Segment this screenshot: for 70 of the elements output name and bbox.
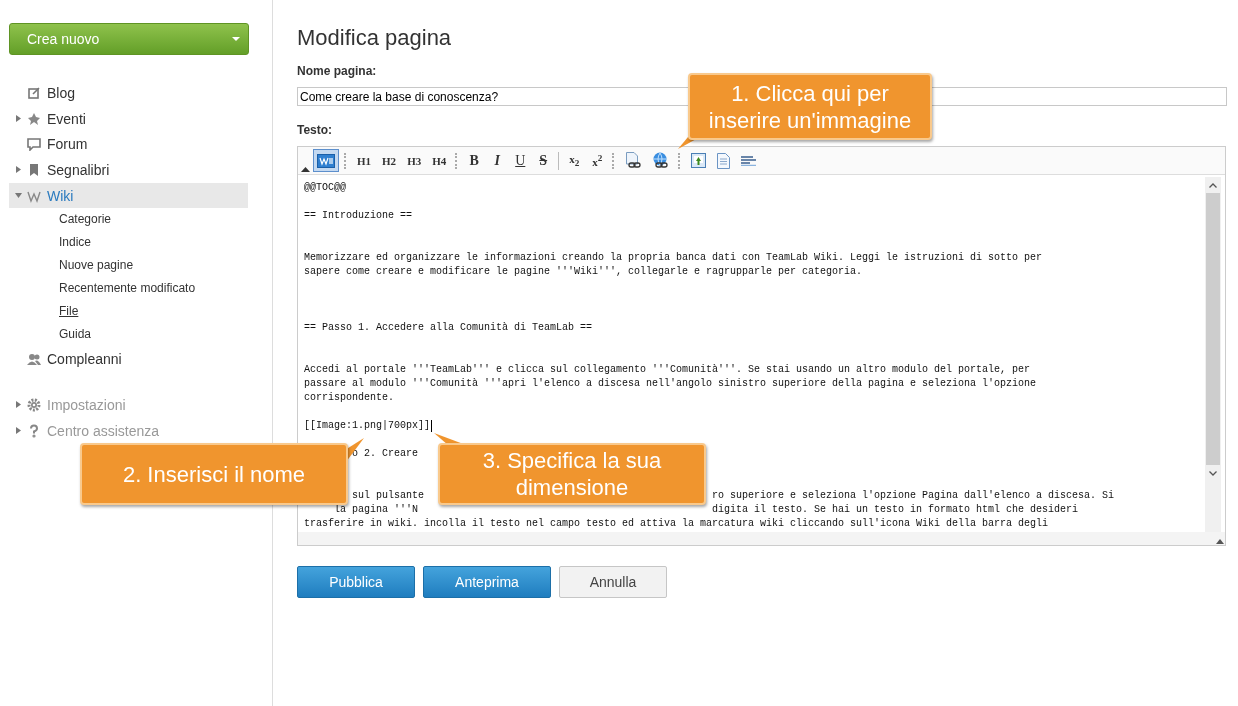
expand-arrow-icon[interactable] [14,166,22,174]
text-line: Accedi al portale '''TeamLab''' e clicca sul collegamento '''Comunità'''. Se stai usando un altro modulo del portale, per [304,363,1031,377]
hint-tooltip: 2. Inserisci il nome [80,443,348,505]
scroll-up-icon[interactable] [1209,182,1217,188]
text-line: ro superiore e seleziona l'opzione Pagina dall'elenco a discesa. Si [712,489,1115,503]
scrollbar[interactable] [1205,177,1221,532]
page-link-icon [625,152,642,169]
sidebar-item[interactable]: Compleanni [9,346,248,373]
sidebar-icon [27,162,41,177]
underline-button[interactable]: U [510,149,531,172]
sidebar-item[interactable]: Wiki [9,182,248,209]
text-line: == Introduzione == [304,209,413,223]
field-label: Nome pagina: [297,63,377,79]
globe-link-icon [652,152,670,169]
sidebar-item[interactable]: Eventi [9,105,248,132]
image-icon [691,153,707,168]
page-title: Modifica pagina [297,25,452,51]
text-line: o 2. Creare [352,447,418,461]
bold-button[interactable]: B [464,149,485,172]
text-line: sapere come creare e modificare le pagine '''Wiki''', collegarle e ragrupparle per categoria. [304,265,863,279]
sidebar-item[interactable]: Segnalibri [9,157,248,183]
sidebar-subitem[interactable]: Indice [9,231,92,255]
sidebar-subitem[interactable]: Nuove pagine [9,254,134,278]
help-icon [27,423,41,438]
wiki-markup-button[interactable] [313,149,339,172]
text-line: Memorizzare ed organizzare le informazioni creando la propria banca dati con TeamLab Wiki. Leggi le istruzioni di sotto per [304,251,1043,265]
action-button[interactable]: Pubblica [297,566,415,598]
sidebar-item[interactable]: Forum [9,131,248,158]
cancel-button[interactable]: Annulla [559,566,667,598]
italic-button[interactable]: I [487,149,508,172]
expand-arrow-icon[interactable] [14,401,22,409]
sidebar-subitem[interactable]: Categorie [9,208,112,232]
action-button[interactable]: Anteprima [423,566,551,598]
toolbar-button[interactable]: x$^{2}$ [587,149,608,172]
toolbar-button[interactable]: H4 [428,149,451,172]
scroll-down-icon[interactable] [1209,470,1217,476]
expand-arrow-icon[interactable] [14,115,22,123]
text-line: @@TOC@@ [304,181,346,195]
text-line: corrispondente. [304,391,394,405]
collapse-icon[interactable] [301,166,310,172]
text-line: trasferire in wiki. incolla il testo nel campo testo ed attiva la marcatura wiki cliccando sull'icona Wiki della barra degli [304,517,1049,531]
wiki-icon [317,153,335,168]
expand-arrow-icon[interactable] [14,427,22,435]
sidebar-icon [27,111,41,126]
lines-icon [741,155,757,166]
text-line: == Passo 1. Accedere alla Comunità di TeamLab == [304,321,593,335]
hint-tooltip: 3. Specifica la sua dimensione [438,443,706,505]
caret-icon [232,37,240,41]
text-line: sul pulsante [352,489,424,503]
text-line: passare al modulo '''Comunità '''apri l'elenco a discesa nell'angolo sinistro superiore della pagina e seleziona l'opzione [304,377,1037,391]
sidebar-subitem[interactable]: Guida [9,323,92,347]
toolbar-button[interactable]: H1 [353,149,376,172]
sidebar-subitem[interactable]: Recentemente modificato [9,277,196,301]
settings-icon [27,397,41,412]
sidebar-subitem[interactable]: File [9,300,79,324]
resize-icon[interactable] [1216,539,1224,544]
toolbar-button[interactable]: H2 [378,149,401,172]
sidebar-item[interactable]: Blog [9,80,248,106]
field-label: Testo: [297,122,333,138]
expand-arrow-icon[interactable] [14,192,22,200]
document-icon [717,152,731,169]
text-line: [[Image:1.png|700px]] [304,419,431,433]
strikethrough-button[interactable]: S [533,149,554,172]
hint-tooltip: 1. Clicca qui per inserire un'immagine [688,73,932,140]
sidebar-icon [27,137,41,152]
toolbar-button[interactable]: x$_{2}$ [564,149,585,172]
sidebar-icon [27,352,41,367]
text-line: digita il testo. Se hai un testo in formato html che desideri [712,503,1079,517]
toolbar-button[interactable]: H3 [403,149,426,172]
sidebar-icon [27,85,41,100]
